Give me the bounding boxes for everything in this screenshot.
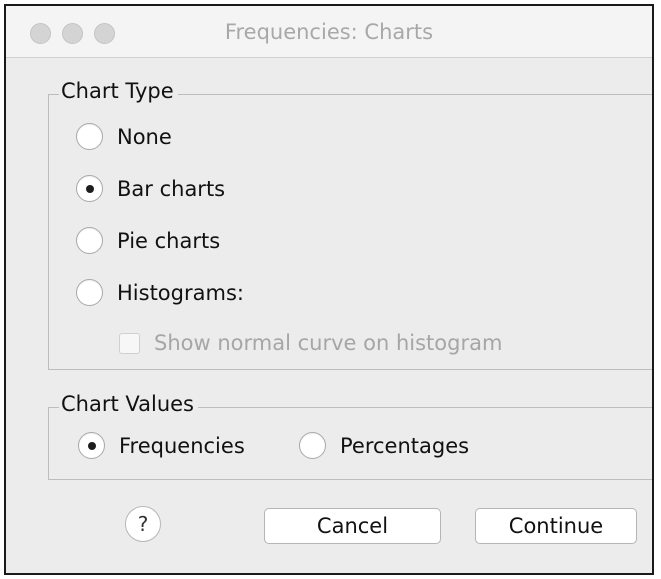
chart-values-legend: Chart Values xyxy=(59,392,198,416)
radio-pie-charts-label: Pie charts xyxy=(117,228,221,253)
help-button[interactable]: ? xyxy=(125,506,161,542)
radio-histograms-button[interactable] xyxy=(76,279,103,306)
radio-pie-charts-button[interactable] xyxy=(76,227,103,254)
chart-type-group: Chart Type None Bar charts Pie charts Hi… xyxy=(48,79,652,370)
radio-bar-charts-label: Bar charts xyxy=(117,176,226,201)
radio-percentages-label: Percentages xyxy=(340,433,470,458)
chart-values-group: Chart Values Frequencies Percentages xyxy=(48,392,652,480)
window-title: Frequencies: Charts xyxy=(224,20,434,44)
radio-frequencies[interactable]: Frequencies xyxy=(78,432,245,459)
radio-bar-charts-button[interactable] xyxy=(76,175,103,202)
cancel-button[interactable]: Cancel xyxy=(264,508,441,544)
radio-frequencies-label: Frequencies xyxy=(119,433,245,458)
radio-percentages[interactable]: Percentages xyxy=(299,432,469,459)
radio-percentages-button[interactable] xyxy=(299,432,326,459)
show-normal-curve-label: Show normal curve on histogram xyxy=(154,331,503,355)
continue-button[interactable]: Continue xyxy=(475,508,637,544)
show-normal-curve-checkbox[interactable]: Show normal curve on histogram xyxy=(119,331,502,355)
radio-histograms[interactable]: Histograms: xyxy=(76,279,244,306)
chart-type-legend: Chart Type xyxy=(59,79,178,103)
radio-histograms-label: Histograms: xyxy=(117,280,244,305)
radio-pie-charts[interactable]: Pie charts xyxy=(76,227,220,254)
radio-none-button[interactable] xyxy=(76,123,103,150)
radio-frequencies-button[interactable] xyxy=(78,432,105,459)
radio-bar-charts[interactable]: Bar charts xyxy=(76,175,225,202)
radio-none[interactable]: None xyxy=(76,123,172,150)
show-normal-curve-box[interactable] xyxy=(119,332,140,354)
frequencies-charts-dialog: Frequencies: Charts Chart Type None Bar … xyxy=(4,4,654,575)
title-bar: Frequencies: Charts xyxy=(6,6,652,58)
radio-none-label: None xyxy=(117,124,172,149)
